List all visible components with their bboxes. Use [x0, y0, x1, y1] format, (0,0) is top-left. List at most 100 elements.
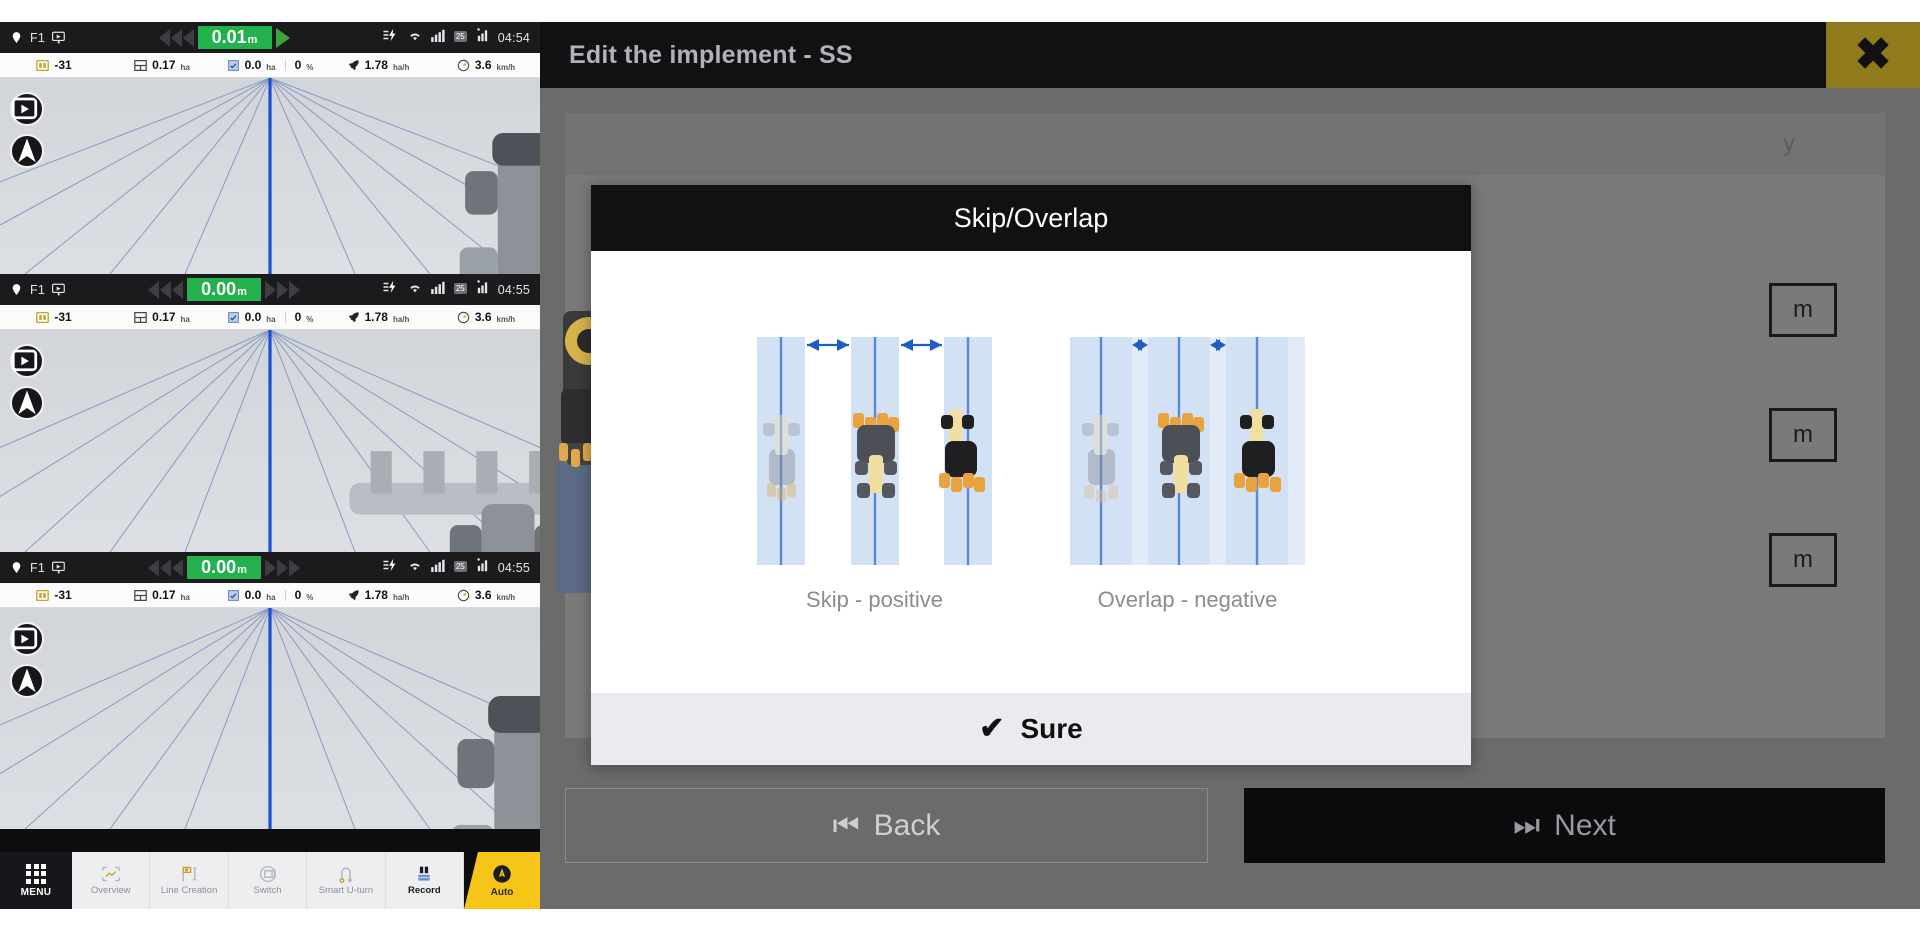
- stat-elevation: -31: [0, 588, 108, 602]
- page-title: Edit the implement - SS: [569, 40, 853, 69]
- line-label: F1: [30, 282, 46, 297]
- deviation-right-arrows: [265, 558, 300, 577]
- auto-steer-icon: [493, 865, 511, 883]
- check-icon: ✔: [979, 712, 1005, 745]
- pin-icon: [10, 283, 23, 296]
- stat-field-area: 0.17 ha: [108, 58, 216, 72]
- clock: 04:54: [497, 30, 530, 45]
- tractor-current: [853, 413, 899, 498]
- skip-next-icon: ⏭: [1513, 808, 1541, 842]
- skip-diagram: Skip - positive: [757, 337, 992, 613]
- dialog-footer[interactable]: ✔ Sure: [591, 693, 1471, 765]
- navigation-button[interactable]: [10, 386, 44, 420]
- stat-field-area: 0.17 ha: [108, 588, 216, 602]
- navigation-button[interactable]: [10, 134, 44, 168]
- stats-strip: -31 0.17 ha 0.0 ha 0% 1.78 ha/h 3.6 km/h: [0, 305, 540, 330]
- edit-header: Edit the implement - SS ✖: [540, 22, 1920, 88]
- stats-strip: -31 0.17 ha 0.0 ha 0% 1.78 ha/h 3.6 km/h: [0, 583, 540, 608]
- unit-box[interactable]: m: [1769, 408, 1837, 462]
- stat-worked-area: 0.0 ha 0%: [216, 310, 324, 324]
- camera-button[interactable]: [10, 622, 44, 656]
- speed-icon: [457, 311, 470, 323]
- worked-area-icon: [227, 59, 239, 71]
- field-view[interactable]: [0, 608, 540, 829]
- back-button[interactable]: ⏮ Back: [565, 788, 1208, 863]
- gps-signal-icon: [475, 28, 490, 47]
- form-row: m: [1769, 533, 1837, 587]
- auto-steer-button[interactable]: Auto: [464, 852, 540, 909]
- status-bar: F1 0.01 m 25 04:54: [0, 22, 540, 53]
- field-view[interactable]: [0, 78, 540, 274]
- stat-elevation: -31: [0, 58, 108, 72]
- stats-strip: -31 0.17 ha 0.0 ha 0% 1.78 ha/h 3.6 km/h: [0, 53, 540, 78]
- elevation-icon: [36, 589, 50, 601]
- dialog-header: Skip/Overlap: [591, 185, 1471, 251]
- auto-label: Auto: [490, 887, 514, 898]
- status-bar: F1 0.00 m 25 04:55: [0, 552, 540, 583]
- diagram-caption: Skip - positive: [806, 587, 943, 612]
- next-button[interactable]: ⏭ Next: [1244, 788, 1885, 863]
- wifi-icon: [407, 29, 423, 47]
- elevation-icon: [36, 311, 50, 323]
- overview-icon: [101, 866, 120, 882]
- vehicle-with-implement-marker: [349, 451, 540, 552]
- signal-strength-badge: 25: [453, 561, 467, 572]
- speed-icon: [457, 59, 470, 71]
- stat-speed: 3.6 km/h: [432, 310, 540, 324]
- stat-work-rate: 1.78 ha/h: [324, 310, 432, 324]
- guidance-display: F1 0.01 m 25 04:54 -31 0.17 ha 0.0 ha 0 …: [0, 22, 540, 909]
- line-label: F1: [30, 30, 46, 45]
- field-view[interactable]: [0, 330, 540, 552]
- nav-label: Line Creation: [160, 885, 218, 896]
- clock: 04:55: [497, 282, 530, 297]
- deviation-value: 0.01 m: [197, 26, 272, 49]
- rate-icon: [348, 59, 359, 70]
- deviation-value: 0.00 m: [187, 556, 261, 579]
- pin-icon: [10, 31, 23, 44]
- line-creation-icon: [182, 866, 197, 882]
- vehicle-marker: [452, 696, 540, 829]
- vehicle-marker: [459, 133, 540, 274]
- nav-item-line-creation[interactable]: Line Creation: [150, 852, 229, 909]
- nav-label: Record: [407, 885, 441, 896]
- navigation-button[interactable]: [10, 664, 44, 698]
- record-icon: [418, 866, 431, 881]
- flag-icon: [52, 561, 66, 574]
- deviation-right-arrows: [265, 280, 300, 299]
- nav-item-overview[interactable]: Overview: [72, 852, 151, 909]
- stat-speed: 3.6 km/h: [432, 588, 540, 602]
- clock: 04:55: [497, 560, 530, 575]
- diagram-caption: Overlap - negative: [1097, 587, 1278, 612]
- camera-button[interactable]: [10, 344, 44, 378]
- close-button[interactable]: ✖: [1826, 22, 1920, 88]
- confirm-button-label: Sure: [1020, 713, 1083, 744]
- smart-uturn-icon: [339, 867, 353, 883]
- camera-button[interactable]: [10, 92, 44, 126]
- status-bar: F1 0.00 m 25 04:55: [0, 274, 540, 305]
- worked-area-icon: [227, 311, 239, 323]
- skip-illustration: [757, 337, 992, 565]
- edit-implement-screen: Edit the implement - SS ✖ y m m m Skip/O…: [540, 22, 1920, 909]
- nav-item-record[interactable]: Record: [385, 852, 465, 909]
- menu-button[interactable]: MENU: [0, 852, 72, 909]
- wizard-footer: ⏮ Back ⏭ Next: [565, 788, 1885, 863]
- nav-label: Smart U-turn: [318, 885, 374, 896]
- deviation-left-arrows: [148, 558, 183, 577]
- gps-signal-icon: [475, 558, 490, 577]
- skip-overlap-dialog: Skip/Overlap Skip - positive Overlap - n…: [591, 185, 1471, 765]
- tab-label: y: [1783, 130, 1795, 157]
- unit-box[interactable]: m: [1769, 283, 1837, 337]
- nav-label: Overview: [90, 885, 131, 896]
- skip-back-icon: ⏮: [832, 808, 860, 842]
- go-arrow-icon: [275, 27, 290, 48]
- signal-strength-badge: 25: [453, 31, 467, 42]
- nav-item-smart-uturn[interactable]: Smart U-turn: [307, 852, 386, 909]
- nav-label: Switch: [253, 885, 282, 896]
- charging-icon: [382, 558, 399, 577]
- deviation-value: 0.00 m: [187, 278, 261, 301]
- overlap-diagram: Overlap - negative: [1070, 337, 1305, 613]
- nav-item-switch[interactable]: Switch: [228, 852, 308, 909]
- field-area-icon: [134, 589, 147, 601]
- unit-box[interactable]: m: [1769, 533, 1837, 587]
- form-tabbar: y: [565, 113, 1885, 175]
